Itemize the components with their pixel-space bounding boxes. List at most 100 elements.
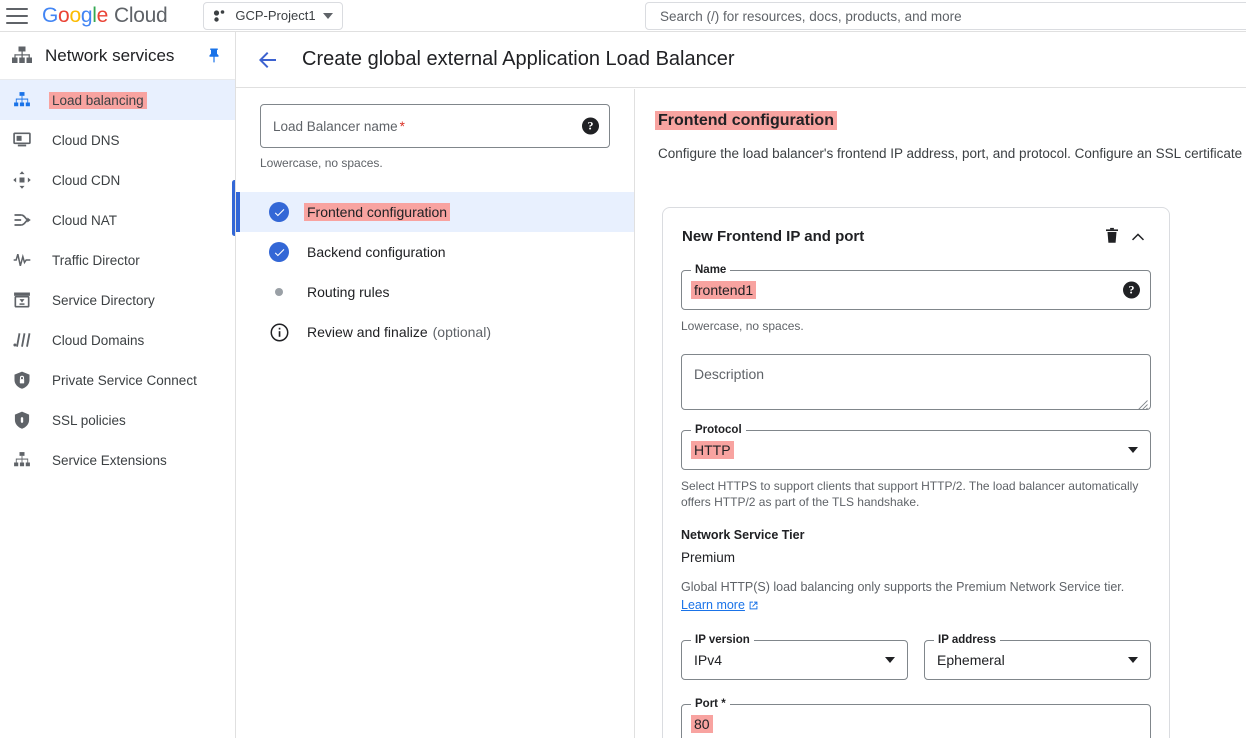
- service-extensions-icon: [10, 448, 34, 472]
- external-link-icon: [748, 598, 759, 616]
- protocol-value: HTTP: [691, 441, 734, 459]
- traffic-director-icon: [10, 248, 34, 272]
- sidebar-title: Network services: [45, 45, 175, 65]
- card-header: New Frontend IP and port: [663, 208, 1169, 264]
- load-balancing-icon: [10, 88, 34, 112]
- sidebar-header: Network services: [0, 32, 235, 80]
- sidebar-item-label: Service Extensions: [52, 452, 167, 468]
- step-label: Review and finalize: [307, 324, 428, 340]
- cloud-cdn-icon: [10, 168, 34, 192]
- project-dots-icon: [214, 9, 225, 22]
- steps-list: Frontend configuration Backend configura…: [236, 192, 634, 352]
- port-value: 80: [691, 715, 713, 733]
- pin-icon[interactable]: [201, 43, 227, 69]
- sidebar-item-label: Cloud CDN: [52, 172, 121, 188]
- cloud-nat-icon: [10, 208, 34, 232]
- frontend-name-value: frontend1: [691, 281, 757, 299]
- step-label: Backend configuration: [307, 244, 446, 260]
- resize-handle[interactable]: [1138, 397, 1148, 410]
- sidebar-item-traffic-director[interactable]: Traffic Director: [0, 240, 235, 280]
- check-circle-icon: [268, 241, 290, 263]
- frontend-description-field[interactable]: Description: [681, 354, 1151, 410]
- sidebar-item-cloud-dns[interactable]: Cloud DNS: [0, 120, 235, 160]
- tier-learn-more-link[interactable]: Learn more: [681, 598, 745, 612]
- sidebar-item-service-directory[interactable]: Service Directory: [0, 280, 235, 320]
- network-service-tier-label: Network Service Tier: [681, 528, 805, 542]
- frontend-configuration-panel: Frontend configuration Configure the loa…: [636, 89, 1246, 738]
- ip-address-value: Ephemeral: [937, 652, 1005, 668]
- step-label: Routing rules: [307, 284, 390, 300]
- load-balancer-name-placeholder: Load Balancer name *: [273, 118, 405, 134]
- info-circle-icon: [268, 321, 290, 343]
- frontend-description-placeholder: Description: [694, 366, 765, 382]
- sidebar-item-label: Private Service Connect: [52, 372, 197, 388]
- tier-learn-more-wrap: Learn more: [681, 596, 1151, 616]
- chevron-down-icon: [885, 657, 895, 663]
- ip-settings-row: IP version IPv4 IP address Ephemeral: [681, 634, 1151, 680]
- network-service-tier-value: Premium: [681, 550, 736, 565]
- sidebar-item-ssl-policies[interactable]: SSL policies: [0, 400, 235, 440]
- protocol-hint: Select HTTPS to support clients that sup…: [681, 479, 1139, 509]
- sidebar-item-label: Cloud DNS: [52, 132, 120, 148]
- sidebar-item-label: Traffic Director: [52, 252, 140, 268]
- sidebar-item-label: Cloud NAT: [52, 212, 118, 228]
- pending-dot-icon: [268, 281, 290, 303]
- trash-icon[interactable]: [1099, 223, 1125, 249]
- protocol-select[interactable]: Protocol HTTP: [681, 424, 1151, 470]
- top-app-bar: Google Cloud GCP-Project1 Search (/) for…: [0, 0, 1246, 32]
- cloud-domains-icon: [10, 328, 34, 352]
- project-selector[interactable]: GCP-Project1: [203, 1, 343, 30]
- ip-address-select[interactable]: IP address Ephemeral: [924, 634, 1151, 680]
- sidebar-item-cloud-domains[interactable]: Cloud Domains: [0, 320, 235, 360]
- page-header: Create global external Application Load …: [236, 32, 1246, 88]
- sidebar-item-load-balancing[interactable]: Load balancing: [0, 80, 235, 120]
- configuration-steps-panel: Load Balancer name * ? Lowercase, no spac…: [236, 89, 635, 738]
- help-icon[interactable]: ?: [1123, 281, 1140, 299]
- ssl-policies-icon: [10, 408, 34, 432]
- frontend-name-field[interactable]: Name frontend1 ?: [681, 264, 1151, 310]
- sidebar-item-label: Cloud Domains: [52, 332, 145, 348]
- sidebar-item-label: SSL policies: [52, 412, 126, 428]
- load-balancer-name-field[interactable]: Load Balancer name * ?: [260, 104, 610, 148]
- step-routing-rules[interactable]: Routing rules: [236, 272, 634, 312]
- private-service-connect-icon: [10, 368, 34, 392]
- step-review-and-finalize[interactable]: Review and finalize (optional): [236, 312, 634, 352]
- global-search[interactable]: Search (/) for resources, docs, products…: [645, 2, 1246, 30]
- port-label: Port *: [691, 698, 730, 710]
- port-field[interactable]: Port * 80: [681, 698, 1151, 738]
- sidebar-item-label: Load balancing: [49, 91, 147, 109]
- section-description: Configure the load balancer's frontend I…: [658, 146, 1246, 161]
- check-circle-icon: [268, 201, 290, 223]
- ip-version-select[interactable]: IP version IPv4: [681, 634, 908, 680]
- help-icon[interactable]: ?: [582, 117, 599, 135]
- chevron-down-icon: [1128, 447, 1138, 453]
- search-input[interactable]: Search (/) for resources, docs, products…: [645, 2, 1246, 30]
- tier-note-text: Global HTTP(S) load balancing only suppo…: [681, 580, 1125, 594]
- sidebar-item-cloud-cdn[interactable]: Cloud CDN: [0, 160, 235, 200]
- sidebar-item-service-extensions[interactable]: Service Extensions: [0, 440, 235, 480]
- chevron-down-icon: [1128, 657, 1138, 663]
- sidebar-item-label: Service Directory: [52, 292, 155, 308]
- chevron-up-icon[interactable]: [1125, 223, 1151, 249]
- load-balancer-name-hint: Lowercase, no spaces.: [260, 156, 383, 170]
- service-directory-icon: [10, 288, 34, 312]
- network-hierarchy-icon: [12, 46, 32, 63]
- step-optional-label: (optional): [432, 324, 491, 340]
- sidebar-item-private-service-connect[interactable]: Private Service Connect: [0, 360, 235, 400]
- hamburger-menu-icon[interactable]: [6, 7, 28, 24]
- sidebar: Network services Load balancing Cloud DN…: [0, 32, 236, 738]
- card-title: New Frontend IP and port: [682, 227, 865, 245]
- card-body: Name frontend1 ? Lowercase, no spaces. D…: [663, 264, 1169, 738]
- sidebar-item-cloud-nat[interactable]: Cloud NAT: [0, 200, 235, 240]
- step-label: Frontend configuration: [304, 203, 451, 221]
- step-backend-configuration[interactable]: Backend configuration: [236, 232, 634, 272]
- step-frontend-configuration[interactable]: Frontend configuration: [236, 192, 634, 232]
- cloud-wordmark: Cloud: [113, 3, 168, 27]
- network-service-tier-note: Global HTTP(S) load balancing only suppo…: [681, 580, 1151, 594]
- cloud-dns-icon: [10, 128, 34, 152]
- new-frontend-ip-and-port-card: New Frontend IP and port Name frontend1 …: [662, 207, 1170, 738]
- chevron-down-icon: [322, 12, 333, 19]
- google-cloud-logo[interactable]: Google Cloud: [42, 3, 168, 28]
- back-arrow-icon[interactable]: [252, 44, 284, 76]
- google-wordmark: Google: [42, 3, 108, 27]
